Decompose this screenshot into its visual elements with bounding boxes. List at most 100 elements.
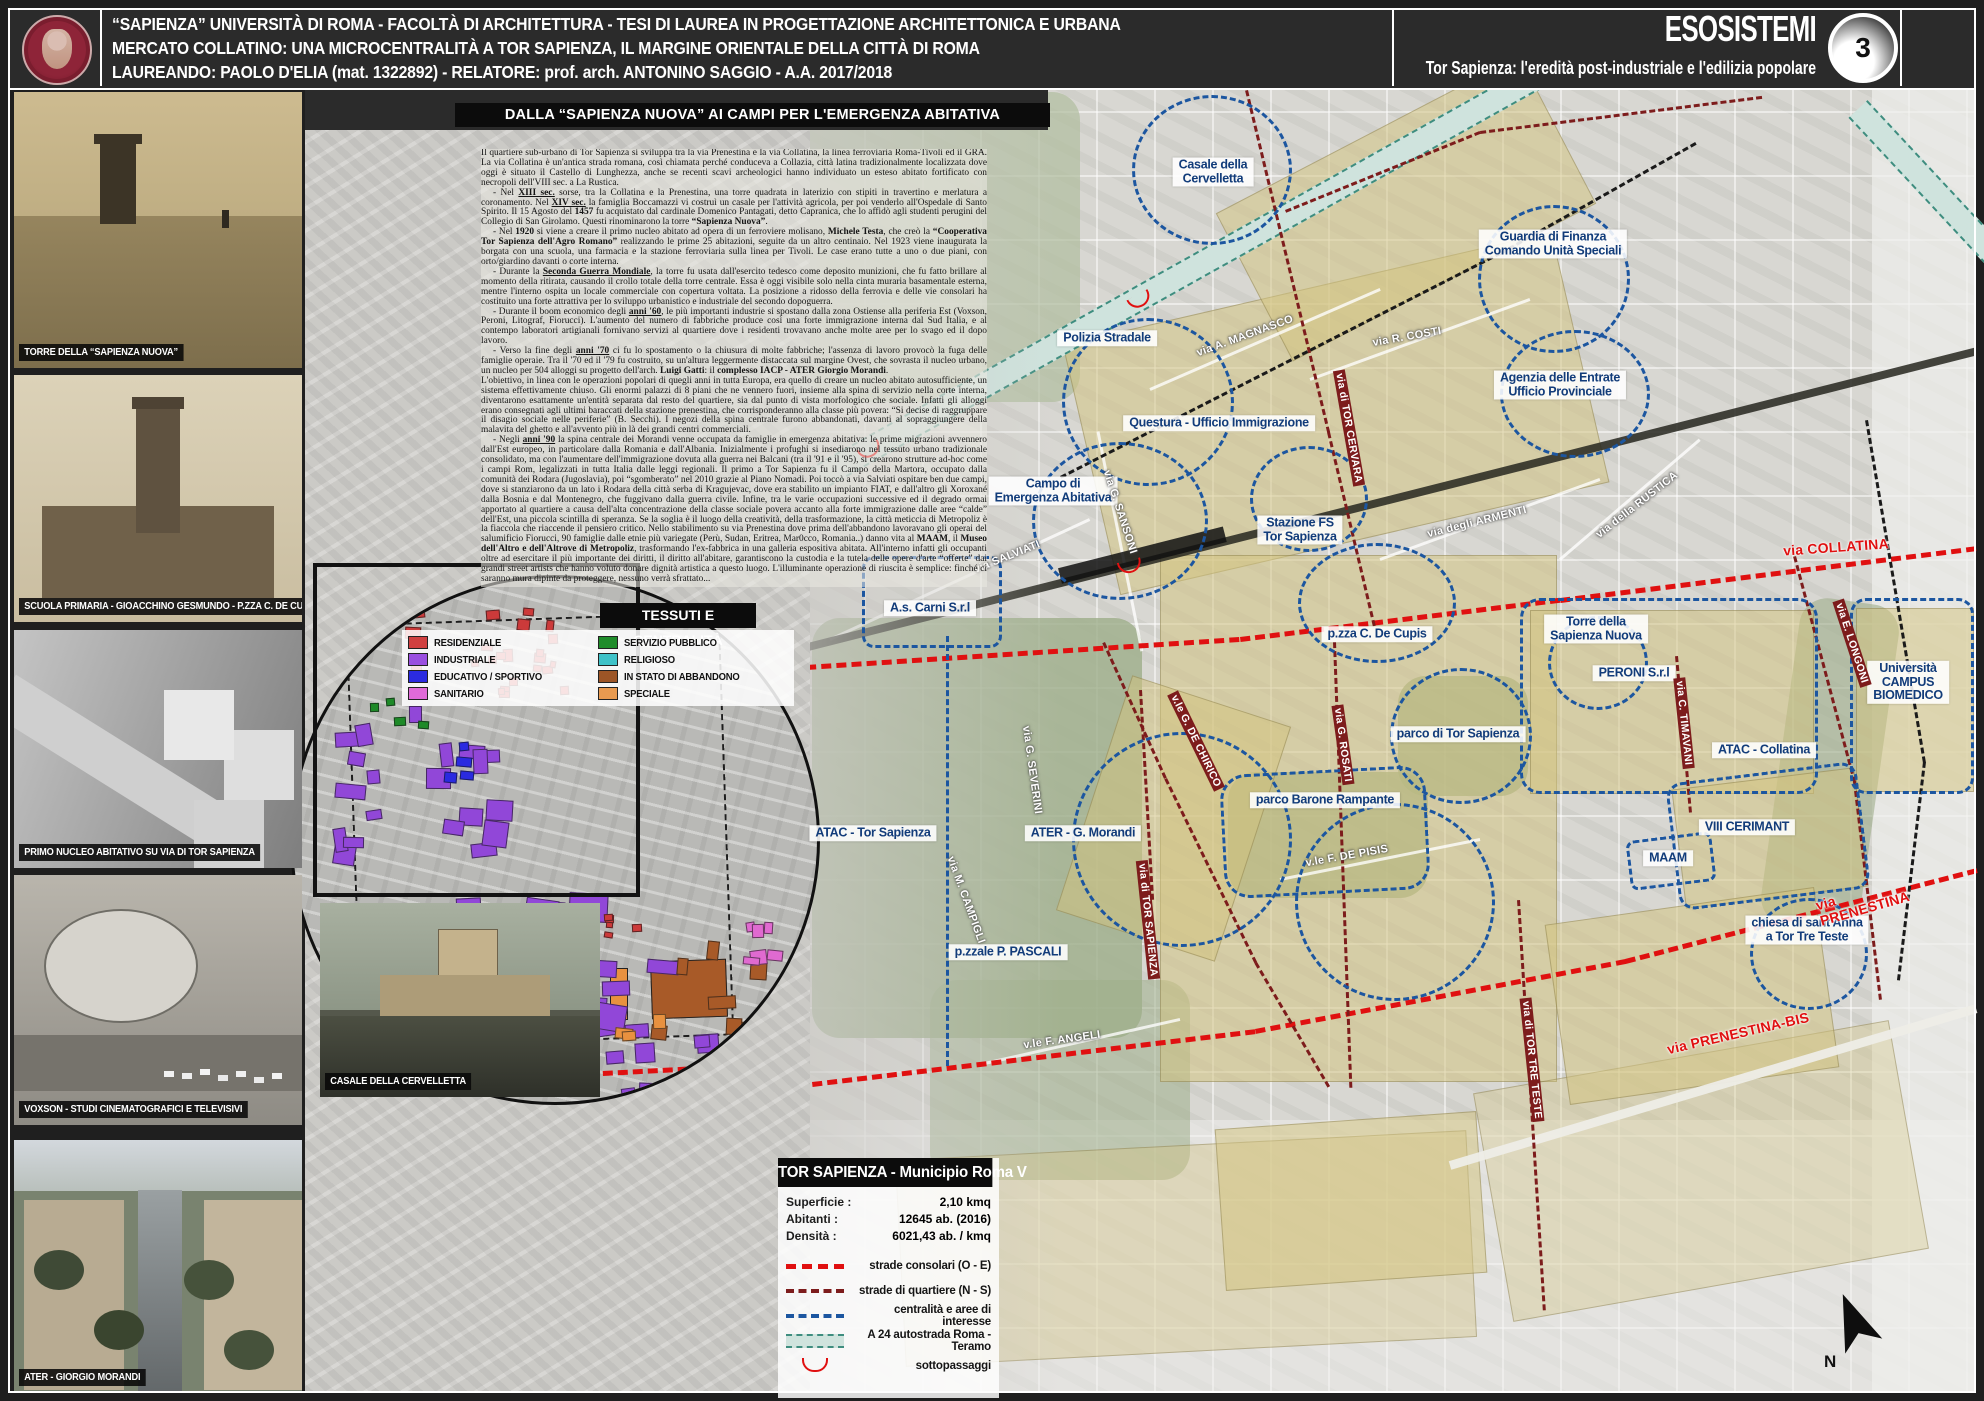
map-label-stazione-fs-tor-sapienza: Stazione FS Tor Sapienza: [1257, 516, 1342, 545]
series-subtitle: Tor Sapienza: l'eredità post-industriale…: [1375, 58, 1816, 79]
photo-casale-cervelletta: CASALE DELLA CERVELLETTA: [320, 903, 600, 1097]
map-legend-label: strade consolari (O - E): [844, 1260, 991, 1272]
detail-building-brown: [707, 996, 735, 1011]
photo-caption: VOXSON - STUDI CINEMATOGRAFICI E TELEVIS…: [19, 1101, 248, 1118]
photo-shape: [24, 1200, 124, 1390]
photo-shape: [94, 134, 142, 144]
photo-ater-morandi: ATER - GIORGIO MORANDI: [14, 1140, 302, 1393]
tessuti-title-bar: TESSUTI E CENTRALITÀ: [600, 603, 756, 628]
article-paragraph: Il quartiere sub-urbano di Tor Sapienza …: [481, 149, 987, 189]
photo-caption: SCUOLA PRIMARIA - GIOACCHINO GESMUNDO - …: [19, 598, 302, 615]
photo-caption: PRIMO NUCLEO ABITATIVO SU VIA DI TOR SAP…: [19, 844, 260, 861]
sheet-number-badge: 3: [1828, 13, 1898, 83]
detail-building-brown: [676, 958, 688, 976]
header-separator: [100, 10, 102, 86]
legend-swatch: [408, 670, 428, 683]
stat-label: Superficie :: [786, 1194, 870, 1211]
map-label-guardia-di-finanza-comando-unit-speciali: Guardia di Finanza Comando Unità Special…: [1479, 230, 1627, 259]
map-label-campo-di-emergenza-abitativa: Campo di Emergenza Abitativa: [989, 477, 1118, 506]
stat-value: 6021,43 ab. / kmq: [870, 1228, 991, 1245]
legend-swatch: [408, 687, 428, 700]
map-legend-row-sottopassaggi: sottopassaggi: [786, 1353, 991, 1378]
compass-label: N: [1824, 1352, 1836, 1372]
detail-building-red: [604, 914, 614, 922]
header-title-line2: MERCATO COLLATINO: UNA MICROCENTRALITÀ A…: [112, 36, 1121, 60]
detail-building-red: [606, 922, 613, 929]
article-paragraph: - Verso la fine degli anni '70 ci fu lo …: [481, 347, 987, 377]
photo-shape: [14, 92, 302, 216]
detail-building-orange: [622, 1030, 637, 1041]
photo-voxson: VOXSON - STUDI CINEMATOGRAFICI E TELEVIS…: [14, 875, 302, 1125]
map-label-p-zzale-p-pascali: p.zzale P. PASCALI: [949, 944, 1068, 960]
detail-building-orange: [653, 1014, 666, 1029]
legend-swatch: [598, 670, 618, 683]
photo-shape: [44, 909, 198, 1023]
article-paragraph: - Durante il boom economico degli anni '…: [481, 308, 987, 348]
tessuti-frame: [313, 563, 640, 897]
stat-value: 2,10 kmq: [870, 1194, 991, 1211]
built-area: [1215, 1111, 1488, 1291]
map-label-torre-della-sapienza-nuova: Torre della Sapienza Nuova: [1544, 615, 1648, 644]
photo-shape: [222, 210, 229, 228]
map-label-atac-collatina: ATAC - Collatina: [1712, 742, 1816, 758]
map-label-peroni-s-r-l: PERONI S.r.l: [1593, 665, 1676, 681]
photo-torre-sapienza-nuova: TORRE DELLA “SAPIENZA NUOVA”: [14, 92, 302, 368]
article-paragraph: - Durante la Seconda Guerra Mondiale, la…: [481, 268, 987, 308]
photo-shape: [14, 1140, 302, 1191]
legend-label: INDUSTRIALE: [434, 654, 496, 666]
map-label-ater-g-morandi: ATER - G. Morandi: [1025, 825, 1141, 841]
map-legend-label: sottopassaggi: [844, 1360, 991, 1372]
municipio-info-box: TOR SAPIENZA - Municipio Roma V Superfic…: [778, 1158, 999, 1398]
detail-building-brown: [726, 1017, 743, 1035]
legend-swatch: [598, 636, 618, 649]
photo-primo-nucleo: PRIMO NUCLEO ABITATIVO SU VIA DI TOR SAP…: [14, 630, 302, 868]
stat-label: Densità :: [786, 1228, 870, 1245]
legend-swatch: [598, 687, 618, 700]
stat-row-abitanti: Abitanti :12645 ab. (2016): [786, 1211, 991, 1228]
legend-item-sanitario: SANITARIO: [408, 685, 598, 702]
legend-label: RESIDENZIALE: [434, 637, 501, 649]
centrality-circle: [1298, 543, 1456, 663]
map-label-casale-della-cervelletta: Casale della Cervelletta: [1173, 158, 1254, 187]
photo-shape: [100, 140, 136, 224]
map-legend-label: strade di quartiere (N - S): [844, 1285, 991, 1297]
detail-building-magenta: [764, 922, 774, 935]
map-legend-row-strade-consolari-o-e: strade consolari (O - E): [786, 1253, 991, 1278]
compass-north-icon: N: [1822, 1290, 1886, 1359]
map-legend-label: centralità e aree di interesse: [844, 1304, 991, 1328]
photo-shape: [136, 403, 180, 533]
map-label-agenzia-delle-entrate-ufficio-provincial: Agenzia delle Entrate Ufficio Provincial…: [1494, 371, 1626, 400]
article-text: Il quartiere sub-urbano di Tor Sapienza …: [481, 149, 987, 587]
legend-item-educativo-sportivo: EDUCATIVO / SPORTIVO: [408, 668, 598, 685]
stat-value: 12645 ab. (2016): [870, 1211, 991, 1228]
photo-shape: [132, 397, 184, 409]
map-legend-row-a-24-autostrada-roma-teramo: A 24 autostrada Roma - Teramo: [786, 1328, 991, 1353]
article-paragraph: L'obiettivo, in linea con le operazioni …: [481, 377, 987, 436]
series-title: ESOSISTEMI: [1522, 8, 1816, 50]
sheet-number: 3: [1855, 32, 1871, 64]
legend-label: SANITARIO: [434, 688, 484, 700]
map-label-maam: MAAM: [1643, 850, 1693, 866]
map-label-polizia-stradale: Polizia Stradale: [1057, 330, 1157, 346]
tessuti-legend: RESIDENZIALE INDUSTRIALE EDUCATIVO / SPORT…: [402, 630, 794, 706]
article-title-bar: DALLA “SAPIENZA NUOVA” AI CAMPI PER L'EM…: [455, 103, 1050, 127]
photo-shape: [34, 1250, 84, 1290]
stat-row-densit: Densità :6021,43 ab. / kmq: [786, 1228, 991, 1245]
photo-shape: [138, 1190, 182, 1393]
legend-item-servizio-pubblico: SERVIZIO PUBBLICO: [598, 634, 788, 651]
sottopassaggi-symbol-icon: [786, 1358, 844, 1374]
consolari-symbol-icon: [786, 1258, 844, 1274]
thesis-board: Casale della Cervelletta Guardia di Finan…: [0, 0, 1984, 1401]
stat-row-superficie: Superficie :2,10 kmq: [786, 1194, 991, 1211]
map-label-a-s-carni-s-r-l: A.s. Carni S.r.l: [884, 600, 976, 616]
legend-label: EDUCATIVO / SPORTIVO: [434, 671, 542, 683]
map-label-viii-cerimant: VIII CERIMANT: [1699, 819, 1795, 835]
legend-label: IN STATO DI ABBANDONO: [624, 671, 740, 683]
map-label-atac-tor-sapienza: ATAC - Tor Sapienza: [809, 825, 936, 841]
legend-item-in-stato-di-abbandono: IN STATO DI ABBANDONO: [598, 668, 788, 685]
info-box-stats: Superficie :2,10 kmqAbitanti :12645 ab. …: [778, 1187, 999, 1247]
article-paragraph: - Negli anni '90 la spina centrale dei M…: [481, 436, 987, 585]
legend-item-religioso: RELIGIOSO: [598, 651, 788, 668]
header-titles: “SAPIENZA” UNIVERSITÀ DI ROMA - FACOLTÀ …: [112, 12, 1121, 84]
centrality-area: [1219, 765, 1431, 900]
